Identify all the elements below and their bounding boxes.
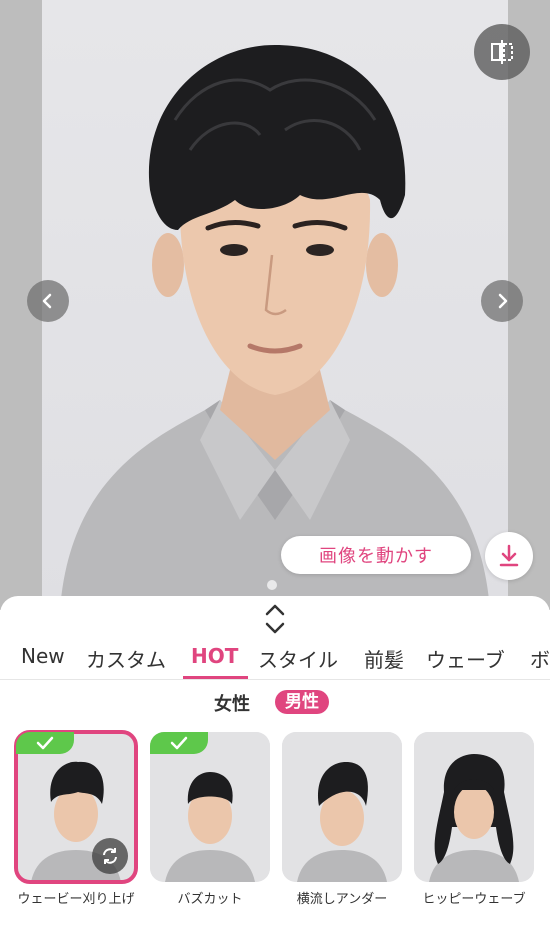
category-tabs: New カスタム HOT スタイル 前髪 ウェーブ ボ — [0, 640, 550, 678]
gender-toggle: 女性 男性 — [0, 690, 550, 716]
tab-bangs[interactable]: 前髪 — [364, 644, 404, 673]
previous-button[interactable] — [27, 280, 69, 322]
style-card-side-swept-undercut[interactable] — [282, 732, 402, 882]
refresh-icon — [103, 848, 117, 864]
split-compare-icon — [491, 40, 513, 64]
style-thumbnail — [414, 732, 534, 882]
style-card-wavy-undercut[interactable] — [14, 730, 138, 884]
tab-new[interactable]: New — [21, 644, 65, 668]
move-image-label: 画像を動かす — [319, 546, 433, 567]
tab-hot[interactable]: HOT — [191, 644, 238, 668]
style-card-buzz-cut[interactable] — [150, 732, 270, 882]
style-thumbnail — [150, 732, 270, 882]
portrait-image — [60, 45, 490, 610]
style-sheet: New カスタム HOT スタイル 前髪 ウェーブ ボ 女性 男性 ウェービー刈… — [0, 596, 550, 928]
style-label-side-swept-undercut: 横流しアンダー — [296, 892, 388, 907]
download-button[interactable] — [485, 532, 533, 580]
style-thumbnail — [282, 732, 402, 882]
tab-style[interactable]: スタイル — [258, 644, 338, 673]
tab-wave[interactable]: ウェーブ — [426, 644, 505, 673]
compare-button[interactable] — [474, 24, 530, 80]
style-label-buzz-cut: バズカット — [177, 892, 243, 907]
chevron-left-icon — [42, 293, 52, 309]
tab-custom[interactable]: カスタム — [86, 644, 166, 673]
tabs-divider — [0, 679, 550, 680]
check-icon — [170, 736, 188, 750]
style-label-hippie-wave: ヒッピーウェーブ — [422, 892, 526, 907]
photo-preview[interactable]: 画像を動かす — [0, 0, 550, 610]
applied-check-badge — [150, 732, 208, 754]
style-card-hippie-wave[interactable] — [414, 732, 534, 882]
sheet-expand-handle[interactable] — [258, 602, 292, 636]
style-label-wavy-undercut: ウェービー刈り上げ — [17, 892, 135, 907]
applied-check-badge — [16, 732, 74, 754]
regenerate-button[interactable] — [92, 838, 128, 874]
chevron-right-icon — [498, 293, 508, 309]
tab-overflow[interactable]: ボ — [530, 644, 550, 673]
gender-male-option[interactable]: 男性 — [275, 690, 329, 714]
next-button[interactable] — [481, 280, 523, 322]
move-image-button[interactable]: 画像を動かす — [281, 536, 471, 574]
gender-female-option[interactable]: 女性 — [214, 690, 250, 716]
check-icon — [36, 736, 54, 750]
expand-collapse-icon — [265, 604, 285, 634]
download-icon — [499, 544, 519, 567]
